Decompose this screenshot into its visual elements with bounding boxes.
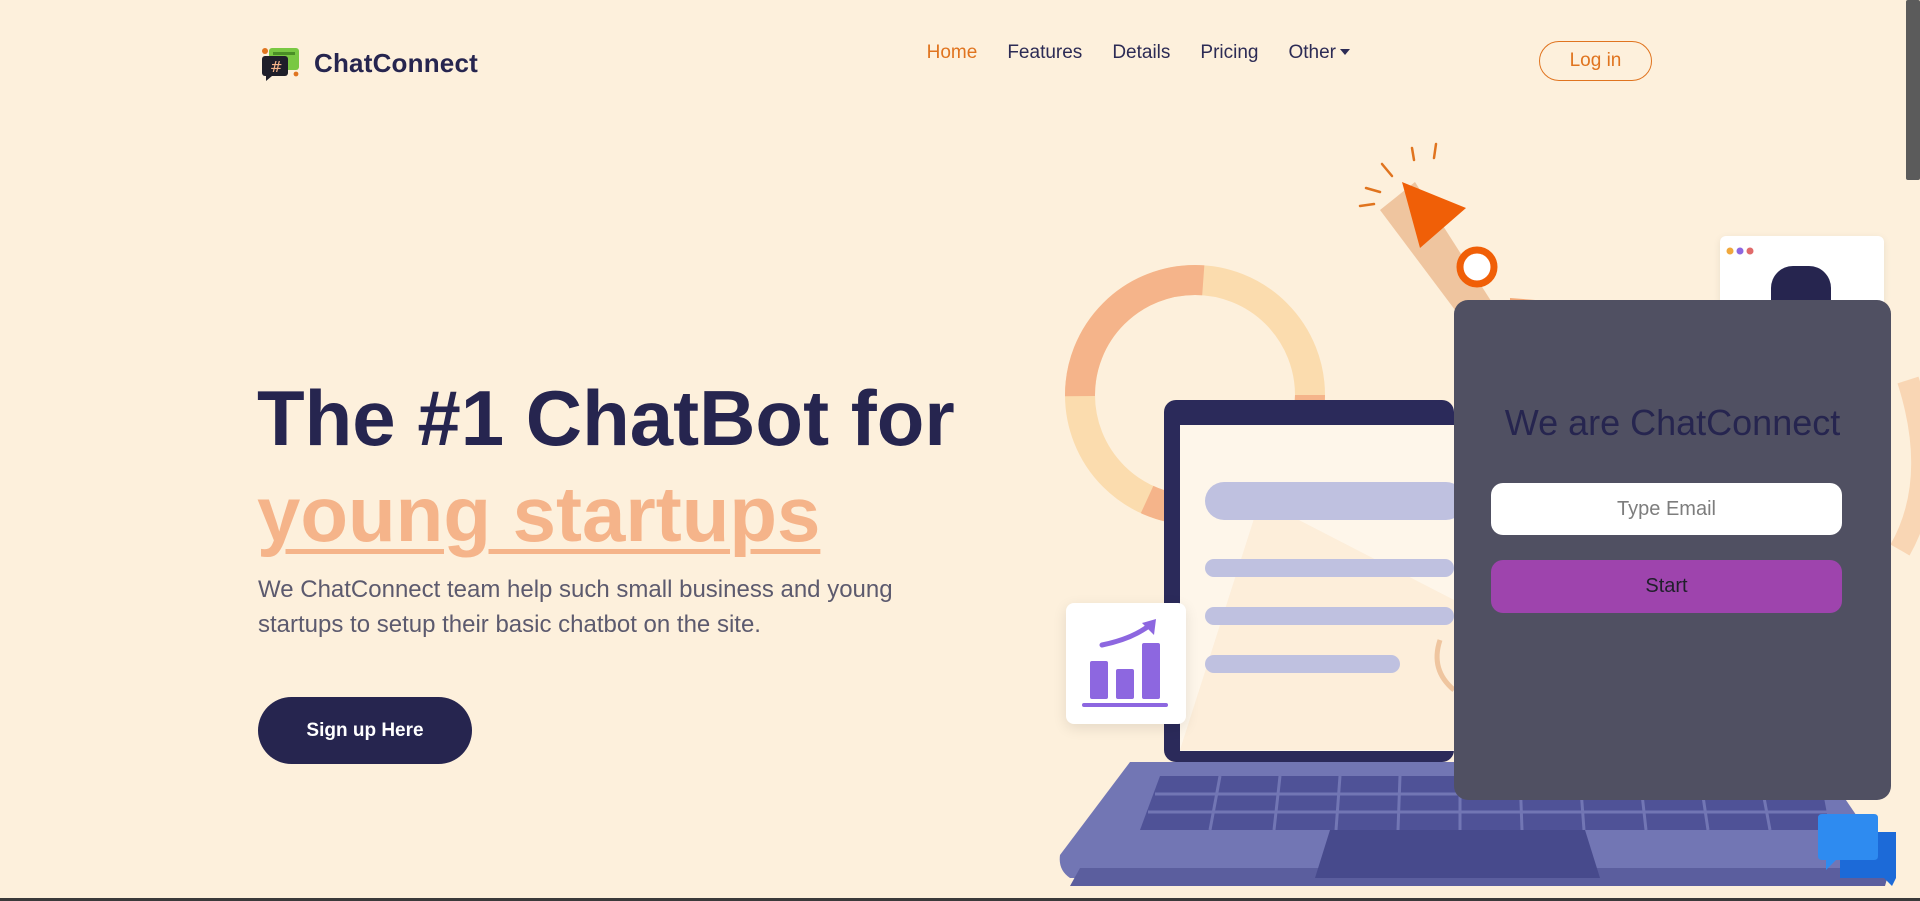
hero-title: The #1 ChatBot for	[257, 374, 955, 462]
app-window-icon	[1726, 247, 1831, 306]
right-arc-decoration	[1890, 376, 1920, 556]
growth-chart-icon	[1082, 619, 1168, 707]
logo[interactable]: # ChatConnect	[260, 44, 478, 82]
login-button[interactable]: Log in	[1539, 41, 1652, 81]
chat-bubbles-logo-icon: #	[262, 48, 299, 81]
chat-bubbles-icon[interactable]	[1818, 810, 1900, 890]
nav-other-label: Other	[1288, 42, 1336, 63]
nav-home[interactable]: Home	[927, 42, 978, 64]
start-button[interactable]: Start	[1491, 560, 1842, 613]
chart-card	[1066, 603, 1186, 724]
scrollbar-thumb[interactable]	[1906, 0, 1920, 180]
panel-title: We are ChatConnect	[1504, 402, 1841, 443]
main-nav: Home Features Details Pricing Other	[927, 42, 1350, 64]
signup-button[interactable]: Sign up Here	[258, 697, 472, 764]
window-card	[1720, 236, 1884, 306]
hero-subtitle: We ChatConnect team help such small busi…	[258, 576, 893, 638]
email-field[interactable]	[1491, 483, 1842, 535]
nav-pricing[interactable]: Pricing	[1200, 42, 1258, 64]
nav-details[interactable]: Details	[1112, 42, 1170, 64]
svg-text:#: #	[270, 58, 283, 76]
caret-down-icon	[1340, 49, 1350, 55]
nav-other-dropdown[interactable]: Other	[1288, 42, 1350, 64]
nav-features[interactable]: Features	[1007, 42, 1082, 64]
hero-title-highlight: young startups	[257, 470, 821, 558]
brand-name: ChatConnect	[314, 47, 478, 78]
signup-panel: We are ChatConnect Start	[1454, 300, 1891, 800]
